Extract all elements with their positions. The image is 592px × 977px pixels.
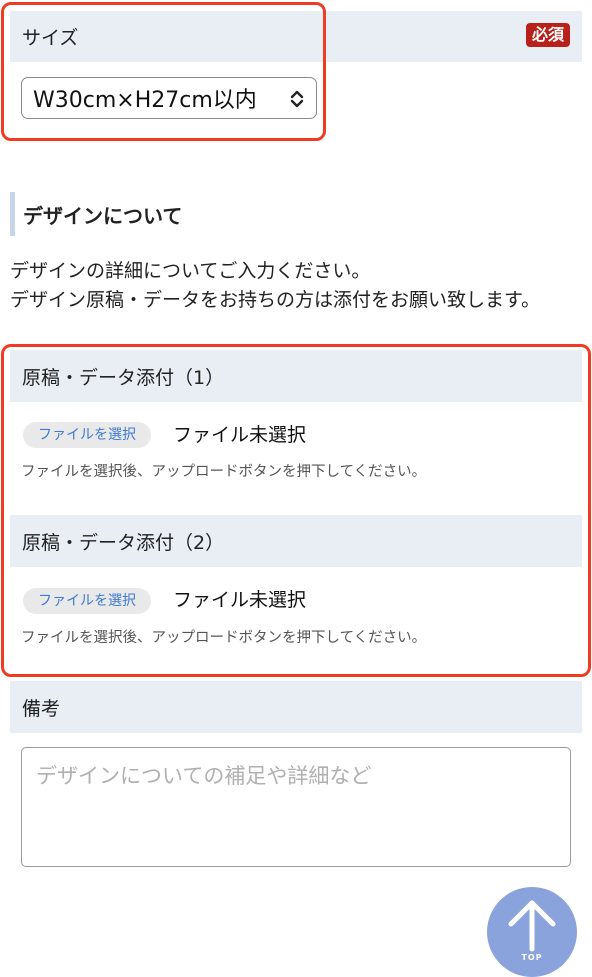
- attachments-highlight-box: [1, 344, 591, 677]
- size-highlight-box: [1, 2, 326, 141]
- section-accent-bar: [10, 192, 15, 236]
- design-description-line-1: デザインの詳細についてご入力ください。: [10, 260, 371, 282]
- back-to-top-label: TOP: [521, 953, 543, 962]
- notes-header: 備考: [10, 681, 582, 733]
- design-description-line-2: デザイン原稿・データをお持ちの方は添付をお願い致します。: [10, 289, 541, 311]
- back-to-top-button[interactable]: TOP: [487, 887, 577, 977]
- arrow-up-icon: [508, 900, 556, 952]
- design-section-title: デザインについて: [23, 204, 183, 228]
- design-description: デザインの詳細についてご入力ください。 デザイン原稿・データをお持ちの方は添付を…: [10, 257, 575, 315]
- required-badge: 必須: [525, 23, 570, 47]
- notes-label: 備考: [22, 697, 61, 720]
- notes-textarea[interactable]: デザインについての補足や詳細など: [21, 747, 571, 867]
- notes-placeholder: デザインについての補足や詳細など: [36, 764, 372, 788]
